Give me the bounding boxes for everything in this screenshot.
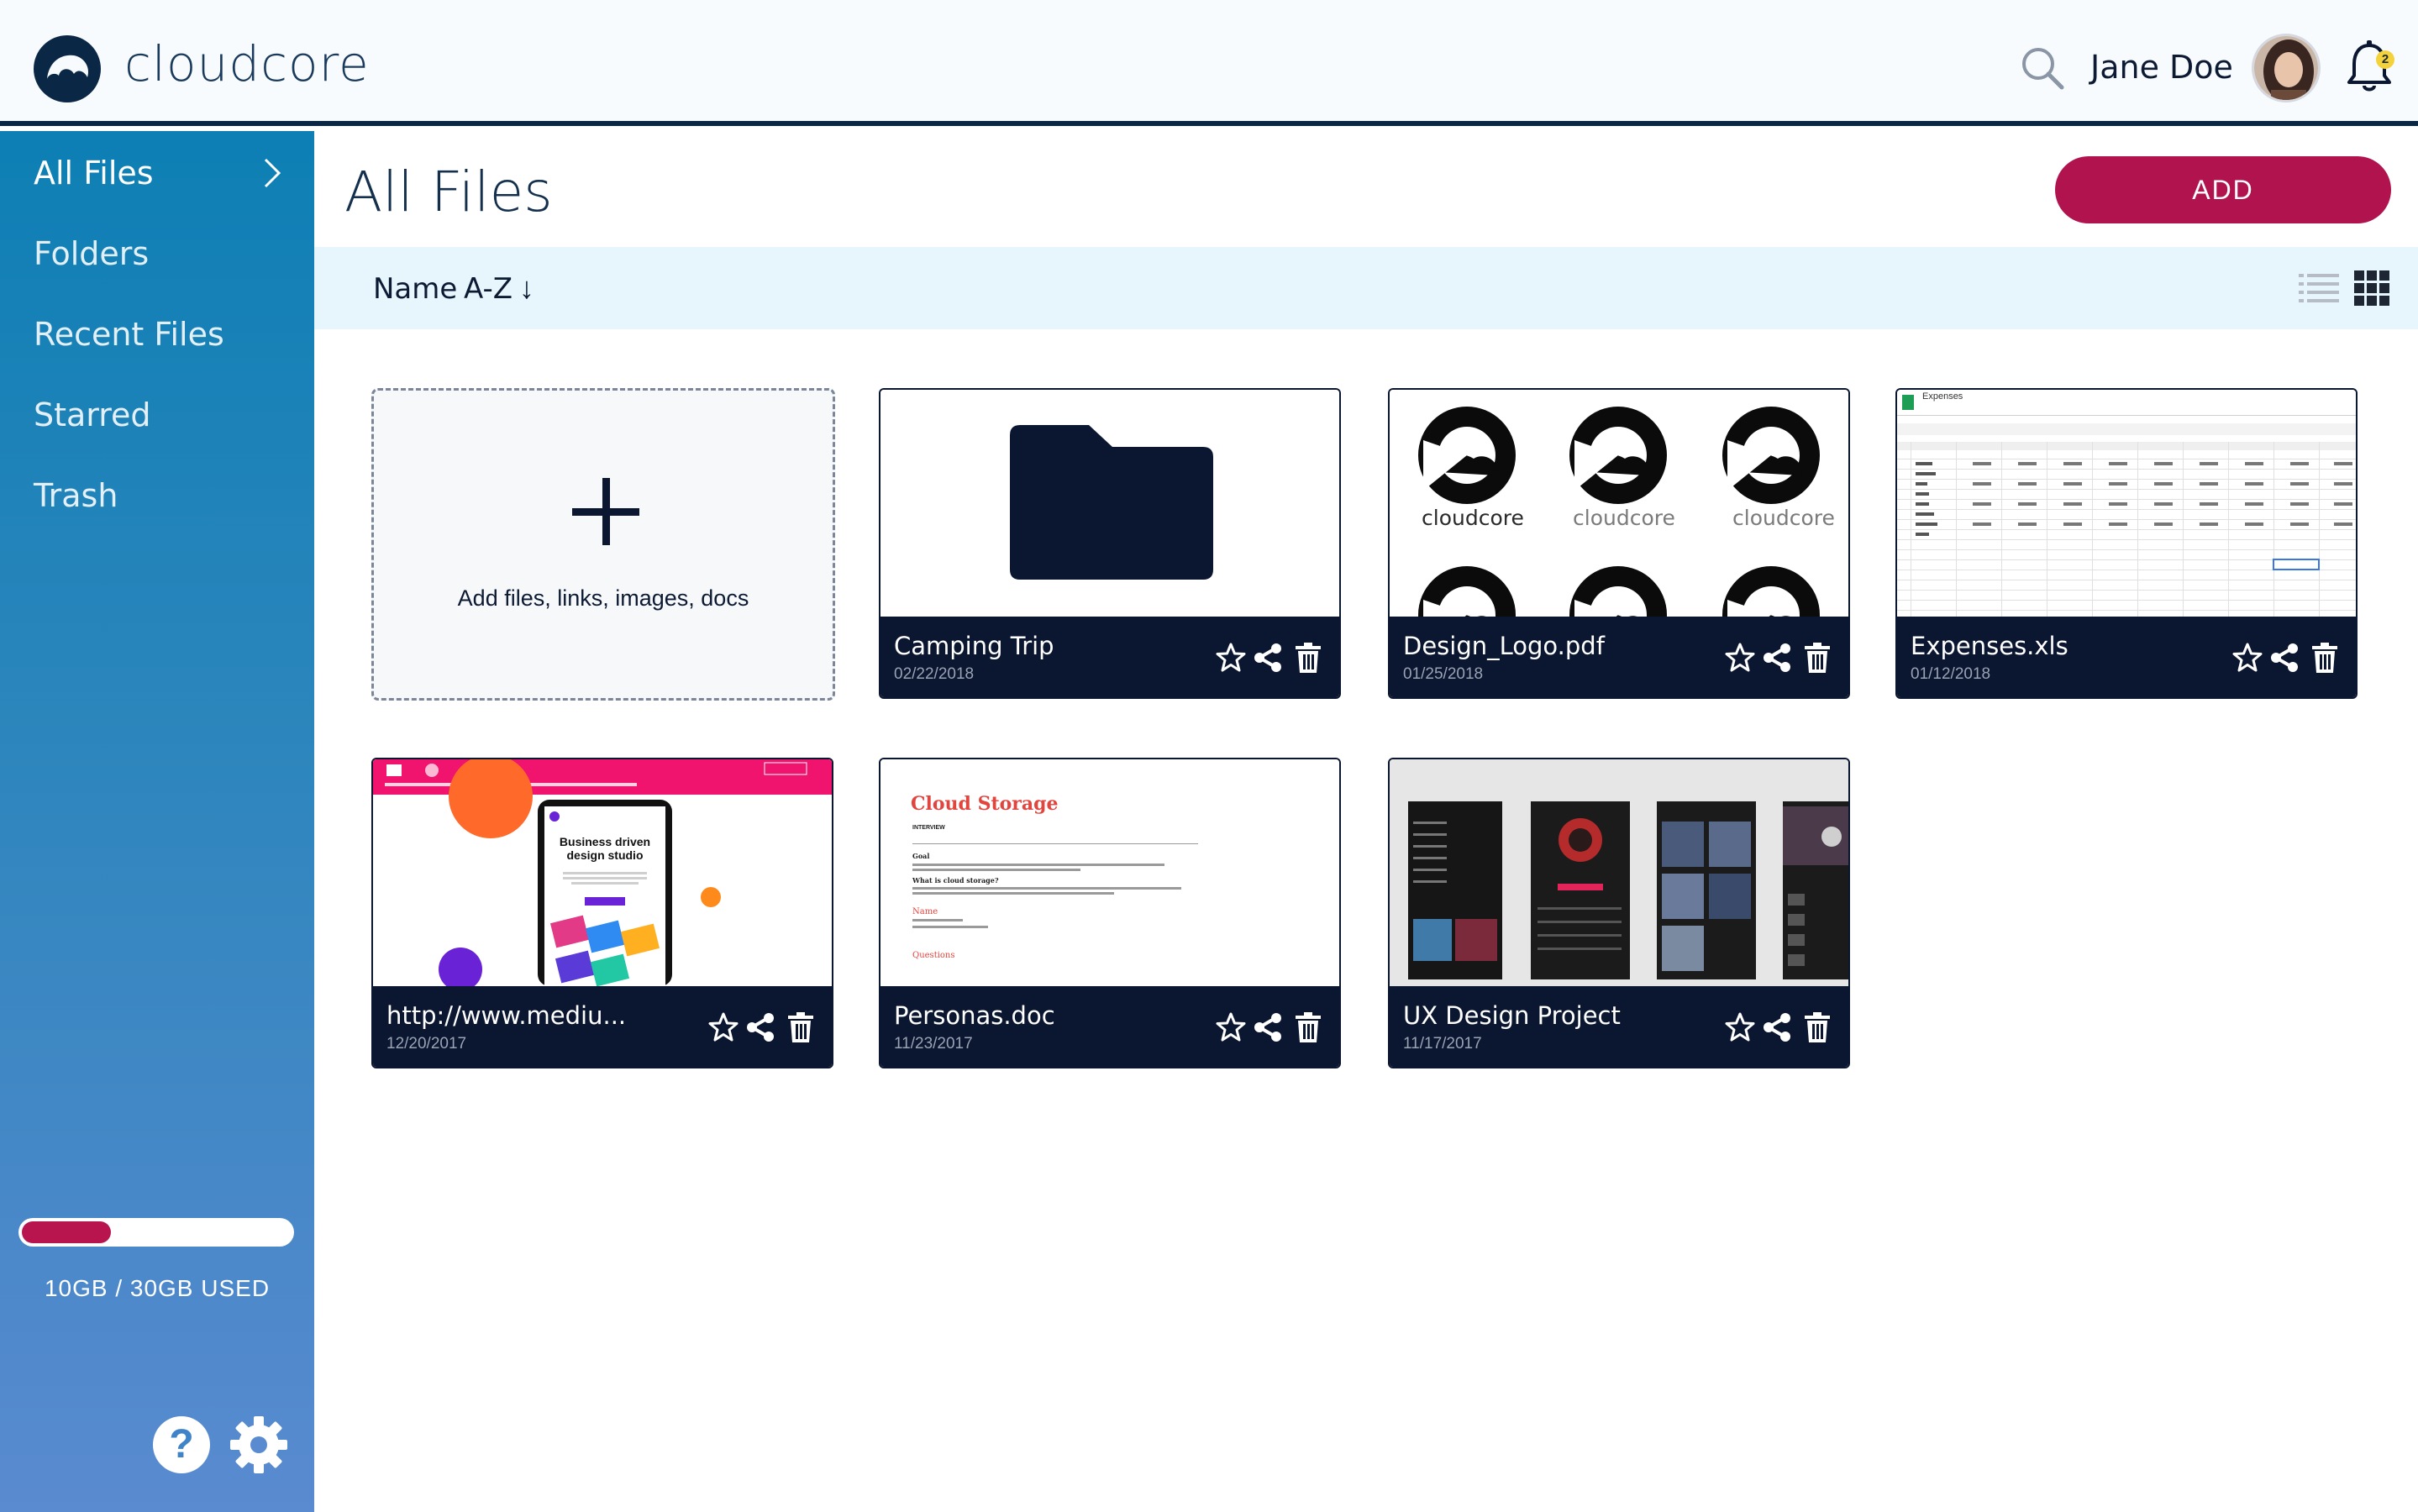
sort-bar: Name A-Z ↓ <box>314 247 2418 329</box>
add-button[interactable]: ADD <box>2055 156 2391 223</box>
file-card-medium-link[interactable]: Business driven design studio http://www… <box>371 758 833 1068</box>
storage-progress-fill <box>22 1221 111 1243</box>
user-name[interactable]: Jane Doe <box>2090 49 2233 86</box>
sidebar-item-trash[interactable]: Trash <box>34 477 118 514</box>
share-icon[interactable] <box>1761 642 1793 674</box>
logo-wordmark: cloudcore <box>1422 506 1524 530</box>
file-thumbnail: cloudcore cloudcore cloudcore <box>1390 390 1848 617</box>
list-view-icon[interactable] <box>2299 272 2339 304</box>
plus-icon <box>572 478 639 545</box>
notification-badge: 2 <box>2376 50 2394 69</box>
doc-heading: Goal <box>912 852 930 860</box>
file-date: 01/25/2018 <box>1403 665 1484 683</box>
file-card-ux-design-project[interactable]: UX Design Project 11/17/2017 <box>1388 758 1850 1068</box>
star-icon[interactable] <box>1215 1011 1247 1043</box>
help-icon[interactable]: ? <box>153 1416 210 1473</box>
file-date: 12/20/2017 <box>386 1035 467 1053</box>
app-name[interactable]: cloudcore <box>124 35 370 92</box>
share-icon[interactable] <box>1252 642 1284 674</box>
file-name: Expenses.xls <box>1911 632 2068 660</box>
file-date: 02/22/2018 <box>894 665 975 683</box>
search-icon[interactable] <box>2018 44 2067 92</box>
sort-direction-arrow-icon[interactable]: ↓ <box>519 270 534 306</box>
top-header: cloudcore Jane Doe 2 <box>0 0 2418 126</box>
file-card-footer: Expenses.xls 01/12/2018 <box>1897 617 2356 697</box>
file-card-camping-trip[interactable]: Camping Trip 02/22/2018 <box>879 388 1341 699</box>
sidebar-item-recent-files[interactable]: Recent Files <box>34 316 224 353</box>
star-icon[interactable] <box>2231 642 2263 674</box>
trash-icon[interactable] <box>785 1011 817 1043</box>
file-thumbnail: Cloud Storage INTERVIEW Goal What is clo… <box>880 759 1339 986</box>
doc-subtitle: INTERVIEW <box>912 825 945 831</box>
file-thumbnail <box>1390 759 1848 986</box>
gear-icon[interactable] <box>229 1415 289 1475</box>
trash-icon[interactable] <box>1292 1011 1324 1043</box>
avatar[interactable] <box>2252 34 2321 102</box>
folder-icon <box>880 390 1339 617</box>
page-headline: Business driven design studio <box>559 835 651 862</box>
grid-view-icon[interactable] <box>2354 270 2389 306</box>
logo-wordmark: cloudcore <box>1573 506 1675 530</box>
storage-progress-bar <box>18 1218 294 1247</box>
doc-heading: What is cloud storage? <box>912 876 999 885</box>
file-name: http://www.mediu... <box>386 1001 627 1030</box>
star-icon[interactable] <box>1724 642 1756 674</box>
storage-usage-text: 10GB / 30GB USED <box>44 1275 271 1301</box>
file-date: 11/17/2017 <box>1403 1035 1482 1053</box>
add-files-text: Add files, links, images, docs <box>457 585 749 611</box>
file-card-footer: Personas.doc 11/23/2017 <box>880 986 1339 1067</box>
sort-by-name[interactable]: Name <box>373 272 457 306</box>
doc-heading: Name <box>912 907 938 916</box>
sidebar-item-folders[interactable]: Folders <box>34 235 149 272</box>
file-thumbnail: Expenses <box>1897 390 2356 617</box>
chevron-right-icon <box>264 158 281 188</box>
share-icon[interactable] <box>1761 1011 1793 1043</box>
file-name: Camping Trip <box>894 632 1054 660</box>
spreadsheet-title: Expenses <box>1922 391 1963 402</box>
file-card-footer: http://www.mediu... 12/20/2017 <box>373 986 832 1067</box>
file-thumbnail <box>880 390 1339 617</box>
share-icon[interactable] <box>2268 642 2300 674</box>
file-card-footer: Camping Trip 02/22/2018 <box>880 617 1339 697</box>
logo-wordmark: cloudcore <box>1732 506 1835 530</box>
file-card-personas[interactable]: Cloud Storage INTERVIEW Goal What is clo… <box>879 758 1341 1068</box>
doc-title: Cloud Storage <box>911 793 1059 815</box>
file-date: 01/12/2018 <box>1911 665 1991 683</box>
file-name: Personas.doc <box>894 1001 1055 1030</box>
star-icon[interactable] <box>1215 642 1247 674</box>
trash-icon[interactable] <box>2309 642 2341 674</box>
star-icon[interactable] <box>1724 1011 1756 1043</box>
share-icon[interactable] <box>744 1011 776 1043</box>
file-card-footer: Design_Logo.pdf 01/25/2018 <box>1390 617 1848 697</box>
file-name: UX Design Project <box>1403 1001 1621 1030</box>
sort-order[interactable]: A-Z <box>464 272 513 306</box>
star-icon[interactable] <box>707 1011 739 1043</box>
doc-heading: Questions <box>912 951 955 960</box>
sidebar-item-all-files[interactable]: All Files <box>34 155 154 192</box>
share-icon[interactable] <box>1252 1011 1284 1043</box>
cloudcore-logo-icon[interactable] <box>32 34 103 104</box>
trash-icon[interactable] <box>1801 642 1833 674</box>
trash-icon[interactable] <box>1292 642 1324 674</box>
page-title: All Files <box>344 160 553 224</box>
file-card-expenses[interactable]: Expenses Expenses.xls 01/12/2018 <box>1895 388 2358 699</box>
add-files-tile[interactable]: Add files, links, images, docs <box>371 388 835 701</box>
trash-icon[interactable] <box>1801 1011 1833 1043</box>
sidebar-item-starred[interactable]: Starred <box>34 396 151 433</box>
file-card-design-logo[interactable]: cloudcore cloudcore cloudcore Design_Log… <box>1388 388 1850 699</box>
file-card-footer: UX Design Project 11/17/2017 <box>1390 986 1848 1067</box>
sidebar: All Files Folders Recent Files Starred T… <box>0 131 314 1512</box>
file-thumbnail: Business driven design studio <box>373 759 832 986</box>
file-name: Design_Logo.pdf <box>1403 632 1605 660</box>
file-date: 11/23/2017 <box>894 1035 973 1053</box>
